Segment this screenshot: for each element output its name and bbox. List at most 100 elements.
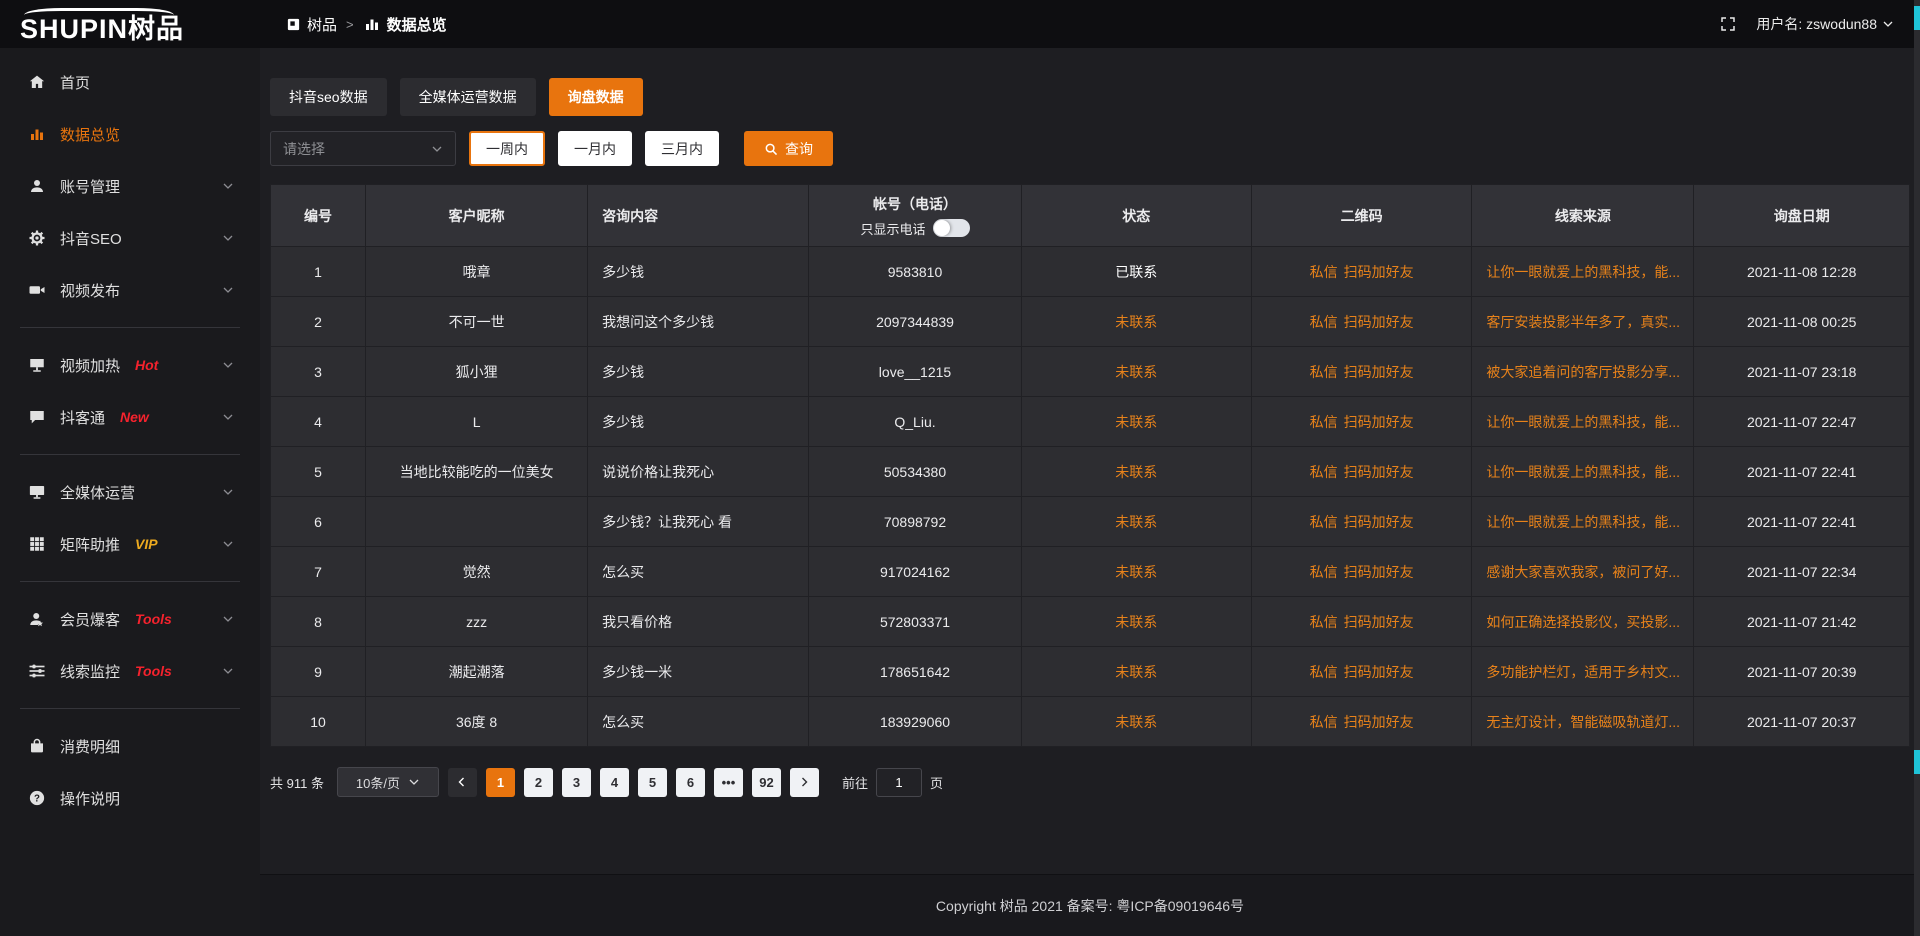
range-button-2[interactable]: 三月内	[645, 131, 719, 166]
range-buttons: 一周内一月内三月内	[469, 131, 719, 166]
prev-page-button[interactable]	[448, 768, 477, 797]
source-link[interactable]: 无主灯设计，智能磁吸轨道灯...	[1486, 714, 1680, 730]
sidebar-item-2-0[interactable]: 全媒体运营	[0, 466, 260, 518]
scan-add-friend-link[interactable]: 扫码加好友	[1344, 662, 1414, 682]
scrollbar[interactable]	[1914, 0, 1920, 936]
scan-add-friend-link[interactable]: 扫码加好友	[1344, 562, 1414, 582]
sidebar-item-0-3[interactable]: 抖音SEO	[0, 212, 260, 264]
page-button-92[interactable]: 92	[752, 768, 781, 797]
dm-link[interactable]: 私信	[1310, 412, 1338, 432]
cell-qr: 私信扫码加好友	[1251, 247, 1471, 297]
chevron-down-icon	[218, 411, 238, 423]
cell-no: 9	[271, 647, 366, 697]
sidebar-item-0-2[interactable]: 账号管理	[0, 160, 260, 212]
status-badge: 未联系	[1115, 314, 1157, 330]
cell-no: 6	[271, 497, 366, 547]
sidebar-item-1-1[interactable]: 抖客通New	[0, 391, 260, 443]
member-icon	[27, 610, 47, 628]
dm-link[interactable]: 私信	[1310, 562, 1338, 582]
total-count-label: 共 911 条	[270, 773, 324, 792]
sidebar-item-label: 首页	[60, 72, 90, 93]
sidebar-item-2-1[interactable]: 矩阵助推VIP	[0, 518, 260, 570]
source-link[interactable]: 感谢大家喜欢我家，被问了好...	[1486, 564, 1680, 580]
scan-add-friend-link[interactable]: 扫码加好友	[1344, 462, 1414, 482]
scrollbar-thumb[interactable]	[1914, 6, 1920, 30]
sidebar-item-3-1[interactable]: 线索监控Tools	[0, 645, 260, 697]
scan-add-friend-link[interactable]: 扫码加好友	[1344, 312, 1414, 332]
source-link[interactable]: 客厅安装投影半年多了，真实...	[1486, 314, 1680, 330]
table-row: 1036度 8怎么买183929060未联系私信扫码加好友无主灯设计，智能磁吸轨…	[271, 697, 1910, 747]
dm-link[interactable]: 私信	[1310, 712, 1338, 732]
cell-qr: 私信扫码加好友	[1251, 297, 1471, 347]
tab-1[interactable]: 全媒体运营数据	[400, 78, 536, 116]
sidebar-badge: New	[120, 409, 149, 425]
search-button[interactable]: 查询	[744, 131, 833, 166]
user-menu[interactable]: 用户名: zswodun88	[1756, 14, 1894, 34]
sidebar-item-4-1[interactable]: ?操作说明	[0, 772, 260, 824]
fullscreen-icon[interactable]	[1720, 16, 1736, 32]
dm-link[interactable]: 私信	[1310, 312, 1338, 332]
dm-link[interactable]: 私信	[1310, 262, 1338, 282]
cell-source: 客厅安装投影半年多了，真实...	[1472, 297, 1694, 347]
source-link[interactable]: 多功能护栏灯，适用于乡村文...	[1486, 664, 1680, 680]
bag-icon	[27, 737, 47, 755]
table-row: 3狐小狸多少钱love__1215未联系私信扫码加好友被大家追着问的客厅投影分享…	[271, 347, 1910, 397]
sidebar-item-4-0[interactable]: 消费明细	[0, 720, 260, 772]
cell-account: 178651642	[809, 647, 1021, 697]
dm-link[interactable]: 私信	[1310, 462, 1338, 482]
page-button-3[interactable]: 3	[562, 768, 591, 797]
range-button-0[interactable]: 一周内	[469, 131, 545, 166]
page-button-2[interactable]: 2	[524, 768, 553, 797]
breadcrumb-label: 数据总览	[387, 14, 447, 35]
scan-add-friend-link[interactable]: 扫码加好友	[1344, 612, 1414, 632]
cell-content: 多少钱？让我死心 看	[588, 497, 809, 547]
breadcrumb-item-0[interactable]: 树品	[286, 14, 337, 35]
pagination: 共 911 条10条/页123456•••92前往页	[270, 767, 1910, 797]
source-link[interactable]: 如何正确选择投影仪，买投影...	[1486, 614, 1680, 630]
tab-0[interactable]: 抖音seo数据	[270, 78, 387, 116]
page-button-5[interactable]: 5	[638, 768, 667, 797]
scrollbar-thumb[interactable]	[1914, 750, 1920, 774]
page-button-6[interactable]: 6	[676, 768, 705, 797]
sidebar-divider	[20, 327, 240, 328]
sidebar-item-0-1[interactable]: 数据总览	[0, 108, 260, 160]
goto-page-input[interactable]	[876, 768, 922, 797]
page-size-select[interactable]: 10条/页	[337, 767, 439, 797]
dm-link[interactable]: 私信	[1310, 512, 1338, 532]
source-link[interactable]: 让你一眼就爱上的黑科技，能...	[1486, 464, 1680, 480]
sidebar-item-0-4[interactable]: 视频发布	[0, 264, 260, 316]
dm-link[interactable]: 私信	[1310, 662, 1338, 682]
breadcrumb-item-1[interactable]: 数据总览	[363, 14, 447, 35]
screen-icon	[27, 356, 47, 374]
next-page-button[interactable]	[790, 768, 819, 797]
sidebar-item-1-0[interactable]: 视频加热Hot	[0, 339, 260, 391]
cell-nickname: 潮起潮落	[366, 647, 588, 697]
cell-nickname: 哦章	[366, 247, 588, 297]
source-link[interactable]: 让你一眼就爱上的黑科技，能...	[1486, 514, 1680, 530]
tab-2[interactable]: 询盘数据	[549, 78, 643, 116]
dm-link[interactable]: 私信	[1310, 362, 1338, 382]
scan-add-friend-link[interactable]: 扫码加好友	[1344, 262, 1414, 282]
cell-account: 2097344839	[809, 297, 1021, 347]
cell-source: 感谢大家喜欢我家，被问了好...	[1472, 547, 1694, 597]
scan-add-friend-link[interactable]: 扫码加好友	[1344, 362, 1414, 382]
page-button-4[interactable]: 4	[600, 768, 629, 797]
cell-source: 被大家追着问的客厅投影分享...	[1472, 347, 1694, 397]
phone-only-toggle[interactable]	[933, 219, 970, 237]
scan-add-friend-link[interactable]: 扫码加好友	[1344, 712, 1414, 732]
source-link[interactable]: 被大家追着问的客厅投影分享...	[1486, 364, 1680, 380]
sidebar-item-3-0[interactable]: 会员爆客Tools	[0, 593, 260, 645]
sidebar-badge: Tools	[135, 663, 172, 679]
scan-add-friend-link[interactable]: 扫码加好友	[1344, 512, 1414, 532]
more-pages-button[interactable]: •••	[714, 768, 743, 797]
source-link[interactable]: 让你一眼就爱上的黑科技，能...	[1486, 264, 1680, 280]
sidebar-item-0-0[interactable]: 首页	[0, 56, 260, 108]
cell-date: 2021-11-07 20:39	[1694, 647, 1910, 697]
source-link[interactable]: 让你一眼就爱上的黑科技，能...	[1486, 414, 1680, 430]
range-button-1[interactable]: 一月内	[558, 131, 632, 166]
status-badge: 未联系	[1115, 514, 1157, 530]
scan-add-friend-link[interactable]: 扫码加好友	[1344, 412, 1414, 432]
filter-select[interactable]: 请选择	[270, 131, 456, 166]
dm-link[interactable]: 私信	[1310, 612, 1338, 632]
page-button-1[interactable]: 1	[486, 768, 515, 797]
